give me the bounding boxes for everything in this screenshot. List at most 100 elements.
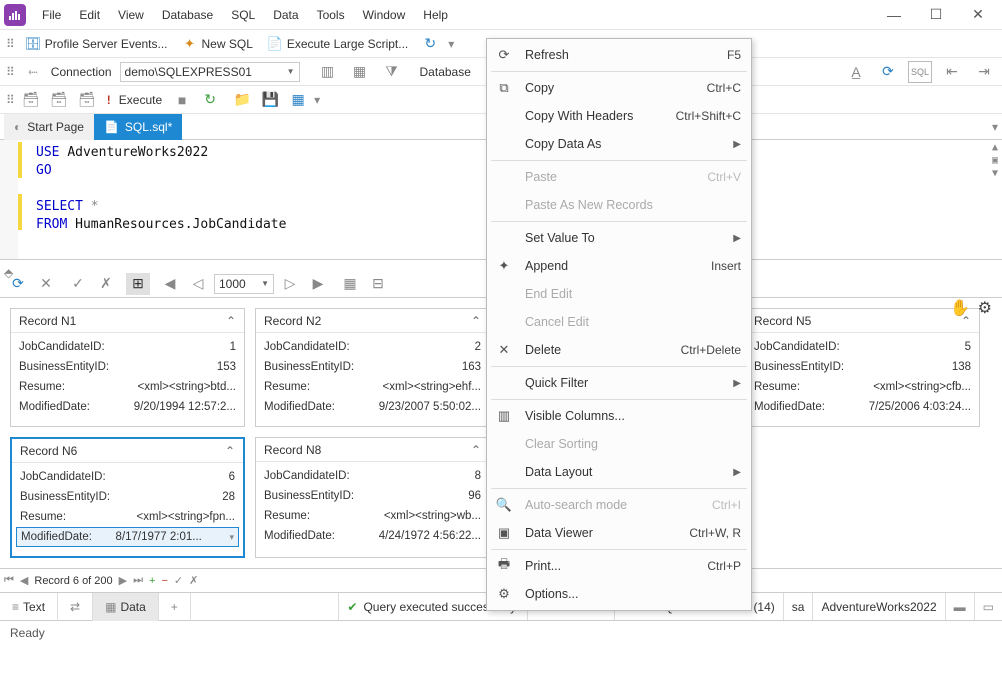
grid-icon[interactable]: ▦ [286,89,310,111]
ctx-options[interactable]: ⚙Options... [487,580,751,608]
menu-data[interactable]: Data [265,4,306,26]
tool-icon-a[interactable]: A̲ [844,61,868,83]
layout-icon-1[interactable]: ▬ [954,600,966,614]
stop-icon[interactable]: ■ [170,89,194,111]
tab-data[interactable]: ▦Data [93,593,159,621]
cancel-icon[interactable]: ✕ [34,273,58,295]
nav-prev-icon[interactable]: ◀ [20,574,28,587]
tab-start-page[interactable]: ◐Start Page [4,114,94,140]
ctx-visible-columns[interactable]: ▥Visible Columns... [487,402,751,430]
run-icon[interactable]: ↻ [198,89,222,111]
record-card[interactable]: Record N1⌃ JobCandidateID:1 BusinessEnti… [10,308,245,427]
ctx-copy[interactable]: ⧉CopyCtrl+C [487,74,751,102]
grid-mode-icon-2[interactable]: ⊟ [366,273,390,295]
menu-database[interactable]: Database [154,4,221,26]
record-card[interactable]: Record N5⌃ JobCandidateID:5 BusinessEnti… [745,308,980,427]
layout-icon-2[interactable]: ▭ [983,600,994,614]
grid-mode-icon[interactable]: ▦ [338,273,362,295]
page-size-selector[interactable]: 1000▼ [214,274,274,294]
titlebar: File Edit View Database SQL Data Tools W… [0,0,1002,30]
add-record-icon[interactable]: + [149,575,155,587]
editor-nav-up-icon[interactable]: ▲ [992,142,998,153]
db-tool-2[interactable]: 🗃 [47,89,71,111]
record-card-selected[interactable]: Record N6⌃ JobCandidateID:6 BusinessEnti… [10,437,245,558]
ctx-set-value[interactable]: Set Value To▶ [487,224,751,252]
refresh-icon-2[interactable]: ⟳ [876,61,900,83]
collapse-icon[interactable]: ⌃ [225,444,235,458]
context-menu: ⟳RefreshF5 ⧉CopyCtrl+C Copy With Headers… [486,38,752,611]
status-bar: Ready [0,620,1002,644]
commit-record-icon[interactable]: ✓ [174,574,183,587]
menu-tools[interactable]: Tools [309,4,353,26]
next-page-icon[interactable]: ▷ [278,273,302,295]
tab-swap[interactable]: ⇄ [58,593,93,621]
sql-box-icon[interactable]: SQL [908,61,932,83]
commit-icon[interactable]: ✓ [66,273,90,295]
close-button[interactable]: ✕ [958,3,998,27]
settings-icon[interactable]: ⚙ [978,298,992,318]
execute-button[interactable]: Execute [115,91,166,109]
editor-nav-down-icon[interactable]: ▼ [992,168,998,179]
indent-right-icon[interactable]: ⇥ [972,61,996,83]
save-icon[interactable]: 💾 [258,89,282,111]
tab-sql[interactable]: 📄SQL.sql* [94,114,182,140]
nav-next-icon[interactable]: ▶ [119,574,127,587]
revert-record-icon[interactable]: ✗ [189,574,198,587]
delete-record-icon[interactable]: − [161,575,167,587]
menu-sql[interactable]: SQL [223,4,263,26]
copy-icon: ⧉ [495,80,513,96]
menu-view[interactable]: View [110,4,152,26]
exec-large-script-button[interactable]: 📄Execute Large Script... [263,34,412,54]
card-view-icon[interactable]: ⊞ [126,273,150,295]
ctx-data-layout[interactable]: Data Layout▶ [487,458,751,486]
prev-conn-icon[interactable]: ⬸ [23,64,43,79]
nav-last-icon[interactable]: ⏭ [133,574,143,587]
collapse-icon[interactable]: ⌃ [226,314,236,328]
first-page-icon[interactable]: ◀ [158,273,182,295]
record-card[interactable]: Record N2⌃ JobCandidateID:2 BusinessEnti… [255,308,490,427]
ctx-data-viewer[interactable]: ▣Data ViewerCtrl+W, R [487,519,751,547]
connection-selector[interactable]: demo\SQLEXPRESS01▼ [120,62,300,82]
menu-file[interactable]: File [34,4,69,26]
new-sql-button[interactable]: ✦New SQL [178,34,257,54]
tabs-dropdown-icon[interactable]: ▾ [992,120,998,134]
nav-first-icon[interactable]: ⏮ [4,574,14,587]
menu-window[interactable]: Window [355,4,414,26]
editor-nav-box-icon[interactable]: ▣ [992,155,998,166]
tab-add[interactable]: + [159,593,191,621]
maximize-button[interactable]: ☐ [916,3,956,27]
splitter-handle-icon[interactable]: ⬘ [4,266,18,280]
db-icon-2[interactable]: ▦ [348,61,372,83]
ctx-cancel-edit: Cancel Edit [487,308,751,336]
menu-edit[interactable]: Edit [71,4,108,26]
record-card[interactable]: Record N8⌃ JobCandidateID:8 BusinessEnti… [255,437,490,558]
last-page-icon[interactable]: ▶ [306,273,330,295]
ctx-copy-data-as[interactable]: Copy Data As▶ [487,130,751,158]
ctx-quick-filter[interactable]: Quick Filter▶ [487,369,751,397]
ctx-refresh[interactable]: ⟳RefreshF5 [487,41,751,69]
indent-left-icon[interactable]: ⇤ [940,61,964,83]
prev-page-icon[interactable]: ◁ [186,273,210,295]
db-icon[interactable]: ▥ [316,61,340,83]
submenu-arrow-icon: ▶ [733,378,741,389]
db-tool-1[interactable]: 🗃 [19,89,43,111]
folder-icon[interactable]: 📁 [230,89,254,111]
status-ready: Ready [10,626,45,640]
rollback-icon[interactable]: ✗ [94,273,118,295]
ctx-delete[interactable]: ✕DeleteCtrl+Delete [487,336,751,364]
minimize-button[interactable]: — [874,3,914,27]
menu-help[interactable]: Help [415,4,456,26]
ctx-copy-headers[interactable]: Copy With HeadersCtrl+Shift+C [487,102,751,130]
db-tool-3[interactable]: 🗃 [75,89,99,111]
ctx-append[interactable]: ✦AppendInsert [487,252,751,280]
ctx-print[interactable]: 🖶Print...Ctrl+P [487,552,751,580]
pan-icon[interactable]: ✋ [950,298,970,318]
tab-text[interactable]: ≡Text [0,593,58,621]
filter-icon[interactable]: ⧩ [380,61,404,83]
collapse-icon[interactable]: ⌃ [471,314,481,328]
profile-events-button[interactable]: 🗄Profile Server Events... [21,34,172,54]
collapse-icon[interactable]: ⌃ [471,443,481,457]
refresh-icon[interactable]: ↻ [418,33,442,55]
submenu-arrow-icon: ▶ [733,139,741,150]
menubar: File Edit View Database SQL Data Tools W… [34,4,456,26]
